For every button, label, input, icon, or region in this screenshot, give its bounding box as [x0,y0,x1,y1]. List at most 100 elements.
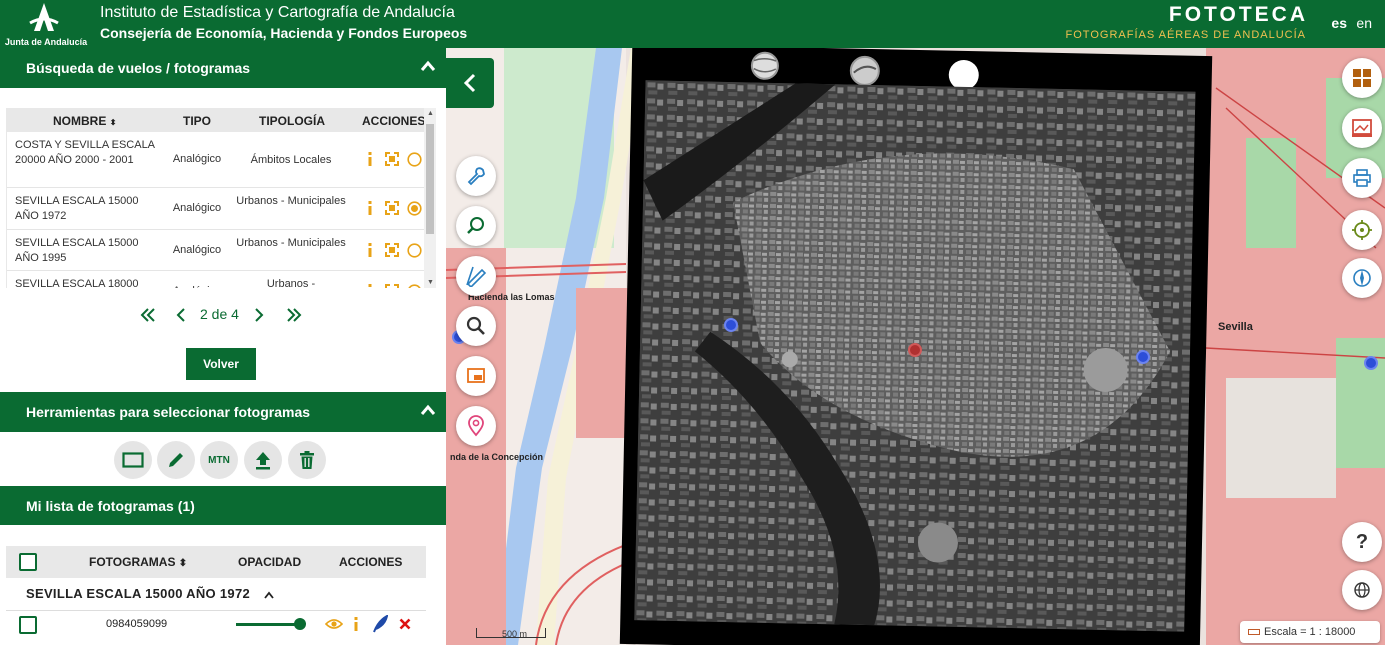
prev-page-icon[interactable] [176,308,186,322]
globe-button[interactable] [1342,570,1382,610]
upload-button[interactable] [244,441,282,479]
flight-typology: Urbanos - Municipales [236,195,346,207]
location-pin-button[interactable] [456,406,496,446]
city-label: Sevilla [1218,321,1253,333]
table-scrollbar[interactable]: ▲ ▼ [424,108,436,288]
layers-button[interactable] [1342,58,1382,98]
frame-row: 0984059099 [6,610,426,638]
draw-rectangle-button[interactable] [114,441,152,479]
compass-icon [1353,269,1371,287]
col-name[interactable]: NOMBRE ⬍ [53,114,116,128]
first-page-icon[interactable] [140,308,156,322]
back-button[interactable]: Volver [186,348,256,380]
basemap-button[interactable] [1342,108,1382,148]
ruler-icon [1248,629,1260,636]
flight-type: Analógico [172,244,222,256]
question-icon: ? [1355,530,1369,553]
expand-icon[interactable] [385,243,399,257]
pencil-icon [169,453,183,467]
select-radio[interactable] [407,152,422,167]
compass-button[interactable] [1342,258,1382,298]
next-page-icon[interactable] [254,308,264,322]
col-frames-label: FOTOGRAMAS [89,555,176,569]
delete-button[interactable] [288,441,326,479]
ministry-name: Consejería de Economía, Hacienda y Fondo… [100,25,468,41]
frame-checkbox[interactable] [19,616,37,634]
col-type: TIPO [183,114,212,128]
settings-tool-button[interactable] [456,156,496,196]
junta-logo[interactable]: Junta de Andalucía [4,0,88,48]
search-section-title: Búsqueda de vuelos / fotogramas [26,60,251,76]
my-list-table-header: FOTOGRAMAS ⬍ OPACIDAD ACCIONES [6,546,426,578]
locate-button[interactable] [1342,210,1382,250]
trash-icon [300,451,314,469]
info-icon[interactable] [365,201,375,215]
rectangle-icon [122,452,144,468]
select-radio[interactable] [407,284,422,288]
select-radio[interactable] [407,243,422,258]
table-row: SEVILLA ESCALA 15000 AÑO 1995 Analógico … [7,230,425,271]
lang-es-link[interactable]: es [1331,15,1347,31]
info-icon[interactable] [352,617,360,631]
upload-icon [256,452,270,470]
draw-polygon-button[interactable] [157,441,195,479]
zoom-search-button[interactable] [456,206,496,246]
page-indicator: 2 de 4 [200,306,239,322]
search-section-header[interactable]: Búsqueda de vuelos / fotogramas [0,48,446,88]
select-radio-selected[interactable] [407,201,422,216]
flight-name: COSTA Y SEVILLA ESCALA 20000 AÑO 2000 - … [15,139,155,166]
selected-photo-marker[interactable] [908,343,922,357]
my-list-section-header: Mi lista de fotogramas (1) [0,486,446,525]
remove-icon[interactable] [399,618,411,630]
expand-icon[interactable] [385,201,399,215]
collapse-panel-button[interactable] [446,58,494,108]
scroll-thumb[interactable] [426,124,434,234]
photo-center-marker[interactable] [1136,350,1150,364]
flight-name: SEVILLA ESCALA 15000 AÑO 1995 [15,237,139,264]
tools-section-header[interactable]: Herramientas para seleccionar fotogramas [0,392,446,432]
table-row: SEVILLA ESCALA 18000 Analógico Urbanos - [7,271,425,288]
print-button[interactable] [1342,158,1382,198]
last-page-icon[interactable] [286,308,302,322]
help-button[interactable]: ? [1342,522,1382,562]
map-pin-icon [468,415,484,437]
institute-name: Instituto de Estadística y Cartografía d… [100,4,455,21]
lang-en-link[interactable]: en [1356,15,1372,31]
scroll-up-icon[interactable]: ▲ [427,110,434,117]
crosshair-icon [1352,220,1372,240]
ruler-pencil-icon [466,266,487,287]
select-all-checkbox[interactable] [19,553,37,571]
info-icon[interactable] [365,152,375,166]
info-icon[interactable] [365,243,375,257]
col-frames[interactable]: FOTOGRAMAS ⬍ [89,555,187,569]
photo-center-marker[interactable] [724,318,738,332]
feather-icon[interactable] [372,615,388,633]
scroll-down-icon[interactable]: ▼ [427,279,434,286]
cast-button[interactable] [456,356,496,396]
search-button[interactable] [456,306,496,346]
mtn-label: MTN [208,454,230,466]
expand-icon[interactable] [385,152,399,166]
tools-section-title: Herramientas para seleccionar fotogramas [26,404,311,420]
table-row: SEVILLA ESCALA 15000 AÑO 1972 Analógico … [7,188,425,230]
opacity-slider-knob[interactable] [294,618,306,630]
wrench-icon [467,167,485,186]
flight-name: SEVILLA ESCALA 18000 [15,278,139,288]
mtn-button[interactable]: MTN [200,441,238,479]
measure-tool-button[interactable] [456,256,496,296]
info-icon[interactable] [365,284,375,288]
eye-icon[interactable] [325,618,343,630]
col-name-label: NOMBRE [53,114,107,128]
map-view[interactable]: Hacienda las Lomas nda de la Concepción … [446,48,1385,645]
app-header: Junta de Andalucía Instituto de Estadíst… [0,0,1385,48]
opacity-slider-track[interactable] [236,623,300,626]
pagination: 2 de 4 [140,306,310,326]
map-image-icon [1352,119,1372,137]
printer-icon [1353,169,1371,187]
photo-center-marker[interactable] [1364,356,1378,370]
expand-icon[interactable] [385,284,399,288]
chevron-left-icon [463,73,476,93]
frame-group-title[interactable]: SEVILLA ESCALA 15000 AÑO 1972 [26,586,274,601]
logo-text: Junta de Andalucía [4,37,88,47]
chevron-up-icon [420,404,436,415]
